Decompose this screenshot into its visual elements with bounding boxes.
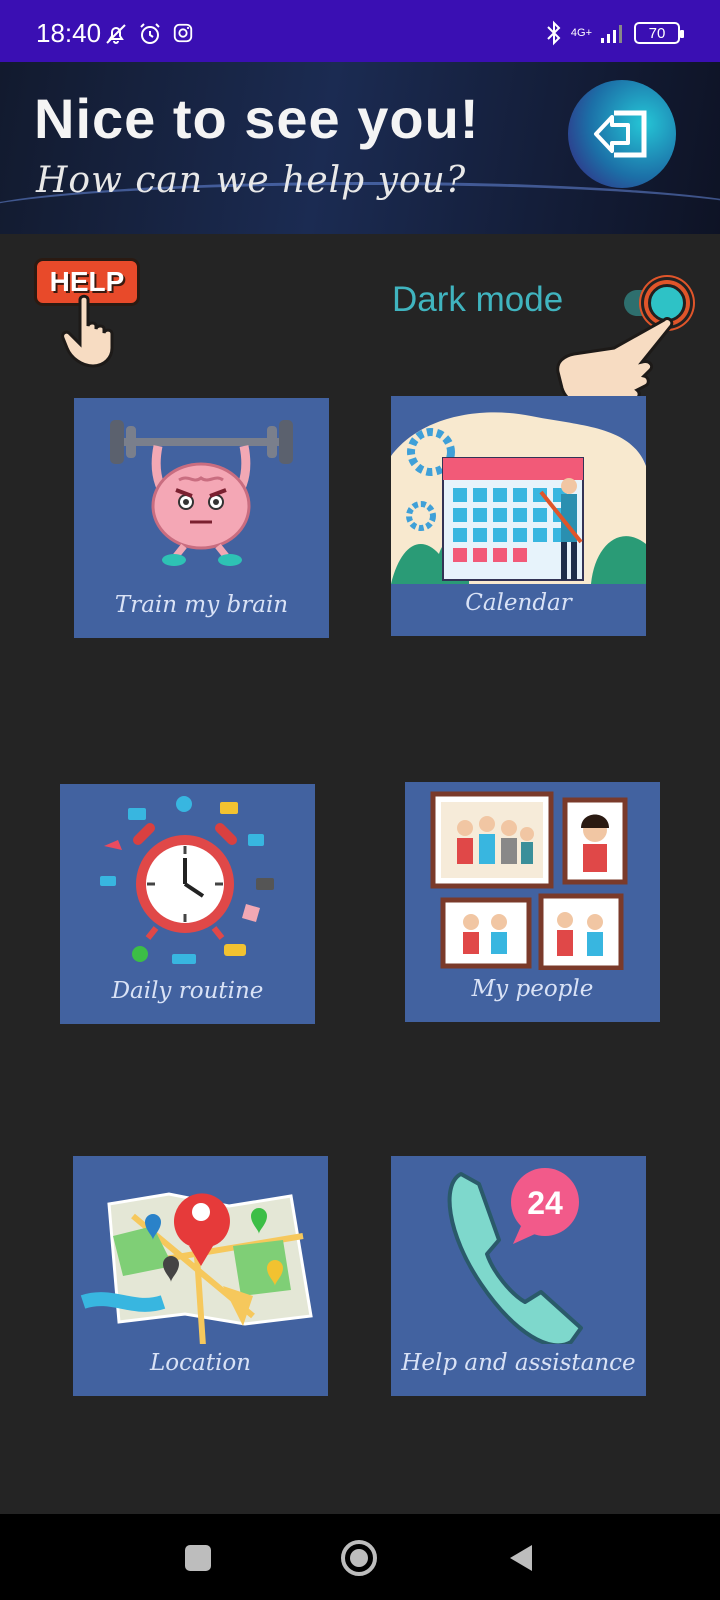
network-type: 4G+	[570, 27, 592, 39]
home-button[interactable]	[340, 1539, 378, 1577]
recents-button[interactable]	[182, 1542, 214, 1574]
greeting-title: Nice to see you!	[34, 87, 480, 150]
logout-icon	[594, 110, 647, 158]
dark-mode-label: Dark mode	[392, 280, 564, 319]
instagram-icon	[173, 23, 193, 43]
clock-routine-icon	[100, 796, 274, 964]
family-photos-icon	[430, 791, 628, 970]
tile-location[interactable]: Location	[73, 1156, 328, 1396]
tap-hand-icon	[61, 294, 114, 368]
status-bar: 18:40 4G+ 70	[0, 0, 720, 62]
header-banner: Nice to see you! How can we help you?	[0, 62, 720, 234]
status-time: 18:40	[36, 18, 102, 48]
back-button[interactable]	[506, 1542, 538, 1574]
logout-button[interactable]	[568, 80, 676, 188]
map-icon	[80, 1192, 313, 1344]
help-button[interactable]: HELP	[34, 258, 142, 370]
tile-calendar[interactable]: Calendar	[391, 396, 646, 636]
tile-label: Help and assistance	[401, 1350, 636, 1376]
tile-help-and-assistance[interactable]: 24 Help and assistance	[391, 1156, 646, 1396]
tile-label: Calendar	[465, 590, 572, 616]
svg-text:24: 24	[527, 1185, 563, 1221]
phone-24-icon: 24	[447, 1168, 583, 1344]
tile-label: My people	[471, 976, 594, 1002]
bell-off-icon	[106, 24, 126, 44]
tile-label: Train my brain	[114, 592, 289, 618]
greeting-subtitle: How can we help you?	[36, 160, 467, 201]
tile-label: Location	[150, 1350, 251, 1376]
tile-my-people[interactable]: My people	[405, 782, 660, 1022]
tile-train-my-brain[interactable]: Train my brain	[74, 398, 329, 638]
bluetooth-icon	[547, 20, 561, 46]
alarm-icon	[140, 23, 160, 44]
signal-icon	[601, 25, 622, 43]
tile-label: Daily routine	[111, 978, 264, 1004]
battery-indicator: 70	[634, 22, 684, 44]
brain-lifting-icon	[110, 420, 293, 566]
tile-daily-routine[interactable]: Daily routine	[60, 784, 315, 1024]
status-right: 4G+ 70	[545, 20, 684, 46]
calendar-icon	[391, 412, 646, 584]
system-nav-bar	[0, 1514, 720, 1600]
status-icons	[104, 22, 194, 46]
